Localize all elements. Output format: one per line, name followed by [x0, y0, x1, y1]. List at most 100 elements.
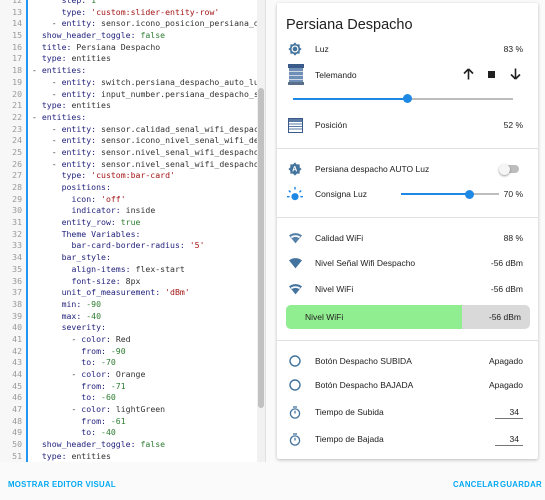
code-text: to: -60 [81, 392, 116, 403]
line-number: 37 [12, 287, 22, 298]
slider-knob[interactable] [402, 94, 412, 103]
code-line[interactable]: 46 to: -60 [0, 392, 258, 404]
code-text: Theme Variables: [61, 228, 141, 239]
wifi-strength-icon [287, 230, 303, 246]
code-line[interactable]: 25 - entity: sensor.nivel_senal_wifi_des… [0, 147, 258, 159]
code-line[interactable]: 26 - entity: sensor.nivel_senal_wifi_des… [0, 159, 258, 171]
code-line[interactable]: 41 - color: Red [0, 334, 258, 346]
line-number: 38 [12, 298, 22, 309]
entity-row-nivel-wifi[interactable]: Nivel WiFi -56 dBm [277, 278, 538, 300]
code-text: from: -71 [81, 380, 126, 391]
code-line[interactable]: 13 type: 'custom:slider-entity-row' [0, 7, 258, 19]
arrow-up-icon[interactable] [463, 68, 474, 82]
entity-label: Tiempo de Subida [315, 407, 384, 417]
code-line[interactable]: 42 from: -90 [0, 346, 258, 358]
entity-row-boton-subida[interactable]: Botón Despacho SUBIDA Apagado [277, 350, 538, 372]
code-line[interactable]: 39 max: -40 [0, 311, 258, 323]
entity-row-auto-luz[interactable]: Persiana despacho AUTO Luz [277, 158, 538, 180]
editor-scrollbar[interactable] [257, 0, 265, 462]
code-line[interactable]: 21 type: entities [0, 100, 258, 112]
line-number: 49 [12, 427, 22, 438]
code-line[interactable]: 47 - color: lightGreen [0, 404, 258, 416]
line-number: 44 [12, 369, 22, 379]
code-text: type: 'custom:bar-card' [61, 170, 175, 181]
code-line[interactable]: 15 show_header_toggle: false [0, 30, 258, 42]
code-text: align-items: flex-start [71, 263, 185, 274]
entity-row-consigna[interactable]: Consigna Luz 70 % [277, 183, 538, 205]
code-line[interactable]: 27 type: 'custom:bar-card' [0, 170, 258, 182]
code-text: positions: [61, 182, 111, 192]
code-line[interactable]: 50 show_header_toggle: false [0, 439, 258, 451]
entity-row-luz[interactable]: Luz 83 % [277, 38, 538, 60]
code-text: max: -40 [61, 310, 102, 321]
tiempo-bajada-input[interactable] [495, 432, 523, 446]
code-text: - entity: sensor.icono_posicion_persiana… [32, 18, 258, 29]
code-line[interactable]: 38 min: -90 [0, 299, 258, 311]
entity-row-posicion[interactable]: Posición 52 % [277, 113, 538, 137]
code-text: unit_of_measurement: 'dBm' [61, 287, 190, 298]
code-line[interactable]: 34 bar_style: [0, 252, 258, 264]
code-line[interactable]: 45 from: -71 [0, 381, 258, 393]
code-line[interactable]: 12 step: 1 [0, 0, 258, 7]
code-line[interactable]: 19 - entity: switch.persiana_despacho_au… [0, 77, 258, 89]
code-line[interactable]: 30 indicator: inside [0, 205, 258, 217]
code-text: from: -61 [81, 415, 126, 426]
code-line[interactable]: 23 - entity: sensor.calidad_senal_wifi_d… [0, 124, 258, 136]
entity-row-calidad-wifi[interactable]: Calidad WiFi 88 % [277, 227, 538, 249]
cancel-button[interactable]: CANCELAR [453, 480, 499, 489]
code-line[interactable]: 33 bar-card-border-radius: '5' [0, 240, 258, 252]
entity-row-boton-bajada[interactable]: Botón Despacho BAJADA Apagado [277, 374, 538, 396]
code-line[interactable]: 44 - color: Orange [0, 369, 258, 381]
wifi-bar-card[interactable]: Nivel WiFi -56 dBm [286, 305, 530, 329]
code-line[interactable]: 20 - entity: input_number.persiana_despa… [0, 89, 258, 101]
code-line[interactable]: 18 - entities: [0, 65, 258, 77]
yaml-code-editor[interactable]: 12 step: 1 13 type: 'custom:slider-entity… [0, 0, 266, 462]
show-visual-editor-button[interactable]: MOSTRAR EDITOR VISUAL [8, 480, 116, 489]
code-line[interactable]: 48 from: -61 [0, 416, 258, 428]
code-line[interactable]: 17 type: entities [0, 53, 258, 65]
code-line[interactable]: 36 font-size: 8px [0, 276, 258, 288]
code-line[interactable]: 24 - entity: sensor.icono_nivel_senal_wi… [0, 135, 258, 147]
slider-knob[interactable] [465, 189, 475, 199]
code-line[interactable]: 14 - entity: sensor.icono_posicion_persi… [0, 18, 258, 30]
entity-row-tiempo-bajada[interactable]: Tiempo de Bajada [277, 428, 538, 450]
code-text: type: entities [41, 100, 111, 111]
save-button[interactable]: GUARDAR [500, 480, 542, 489]
code-lines[interactable]: 12 step: 1 13 type: 'custom:slider-entity… [0, 0, 258, 462]
arrow-down-icon[interactable] [510, 68, 521, 82]
editor-scrollbar-thumb[interactable] [258, 88, 264, 408]
code-line[interactable]: 43 to: -70 [0, 357, 258, 369]
line-number: 26 [12, 158, 22, 169]
code-line[interactable]: 49 to: -40 [0, 427, 258, 439]
code-line[interactable]: 31 entity_row: true [0, 217, 258, 229]
code-text: entity_row: true [61, 217, 141, 228]
line-number: 14 [12, 18, 22, 29]
code-text: min: -90 [61, 298, 102, 309]
entity-row-nivel-senal[interactable]: Nivel Señal Wifi Despacho -56 dBm [277, 252, 538, 274]
timer-icon [287, 431, 303, 447]
code-line[interactable]: 16 title: Persiana Despacho [0, 42, 258, 54]
entity-row-tiempo-subida[interactable]: Tiempo de Subida [277, 401, 538, 423]
line-number: 42 [12, 345, 22, 356]
code-line[interactable]: 29 icon: 'off' [0, 194, 258, 206]
line-number: 35 [12, 263, 22, 274]
entity-row-telemando[interactable]: Telemando [277, 62, 538, 88]
code-line[interactable]: 35 align-items: flex-start [0, 264, 258, 276]
code-line[interactable]: 37 unit_of_measurement: 'dBm' [0, 287, 258, 299]
code-text: step: 1 [61, 0, 97, 5]
tiempo-subida-input[interactable] [495, 405, 523, 419]
entity-label: Luz [315, 44, 329, 54]
code-text: from: -90 [81, 345, 126, 356]
stop-icon[interactable] [488, 71, 495, 78]
code-line[interactable]: 51 type: entities [0, 451, 258, 462]
entity-label: Botón Despacho SUBIDA [315, 356, 412, 366]
radiobox-blank-icon [287, 353, 303, 369]
code-line[interactable]: 22 - entities: [0, 112, 258, 124]
code-text: - entity: switch.persiana_despacho_auto_… [32, 76, 258, 87]
entity-value: 83 % [503, 44, 523, 54]
entity-value: 52 % [503, 120, 523, 130]
code-line[interactable]: 40 severity: [0, 322, 258, 334]
code-line[interactable]: 28 positions: [0, 182, 258, 194]
code-line[interactable]: 32 Theme Variables: [0, 229, 258, 241]
card-title: Persiana Despacho [286, 17, 413, 33]
